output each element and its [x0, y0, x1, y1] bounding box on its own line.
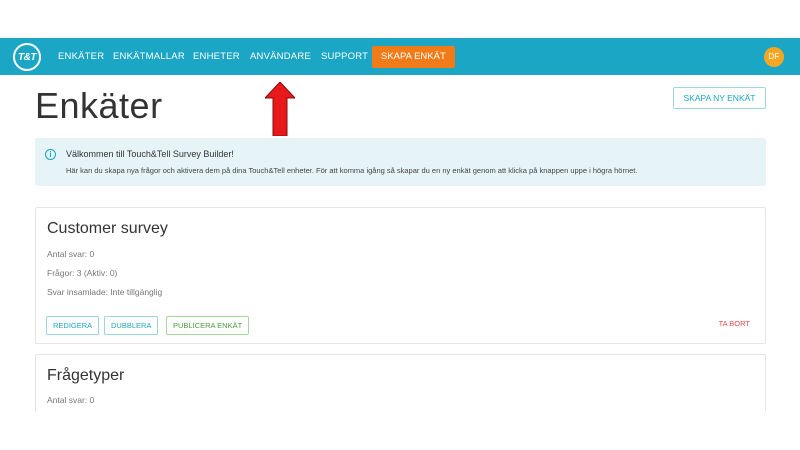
survey-responses: Antal svar: 0	[47, 395, 95, 405]
brand-logo[interactable]: T&T	[13, 43, 41, 71]
nav-item-anvandare[interactable]: ANVÄNDARE	[250, 38, 311, 75]
avatar[interactable]: DF	[764, 47, 784, 67]
red-arrow-up-icon	[265, 82, 295, 136]
survey-title: Customer survey	[47, 220, 168, 237]
survey-collected: Svar insamlade: Inte tillgänglig	[47, 287, 163, 297]
info-box: i Välkommen till Touch&Tell Survey Build…	[35, 138, 766, 186]
info-icon: i	[45, 149, 56, 160]
survey-responses: Antal svar: 0	[47, 249, 95, 259]
create-survey-button[interactable]: SKAPA ENKÄT	[372, 46, 455, 68]
survey-card: Customer survey Antal svar: 0 Frågor: 3 …	[35, 207, 766, 344]
top-navbar: T&T ENKÄTER ENKÄTMALLAR ENHETER ANVÄNDAR…	[0, 38, 800, 75]
new-survey-button[interactable]: SKAPA NY ENKÄT	[673, 87, 766, 109]
nav-item-support[interactable]: SUPPORT	[321, 38, 368, 75]
duplicate-button[interactable]: DUBBLERA	[104, 316, 159, 335]
info-text: Här kan du skapa nya frågor och aktivera…	[66, 166, 638, 175]
nav-item-enheter[interactable]: ENHETER	[193, 38, 240, 75]
publish-button[interactable]: PUBLICERA ENKÄT	[166, 316, 250, 335]
survey-card: Frågetyper Antal svar: 0	[35, 354, 766, 412]
delete-button[interactable]: TA BORT	[719, 319, 750, 328]
survey-questions: Frågor: 3 (Aktiv: 0)	[47, 268, 118, 278]
info-title: Välkommen till Touch&Tell Survey Builder…	[66, 149, 234, 159]
survey-title: Frågetyper	[47, 367, 125, 384]
nav-item-enkater[interactable]: ENKÄTER	[58, 38, 104, 75]
edit-button[interactable]: REDIGERA	[46, 316, 100, 335]
page-title: Enkäter	[35, 85, 163, 126]
nav-item-enkatmallar[interactable]: ENKÄTMALLAR	[113, 38, 185, 75]
